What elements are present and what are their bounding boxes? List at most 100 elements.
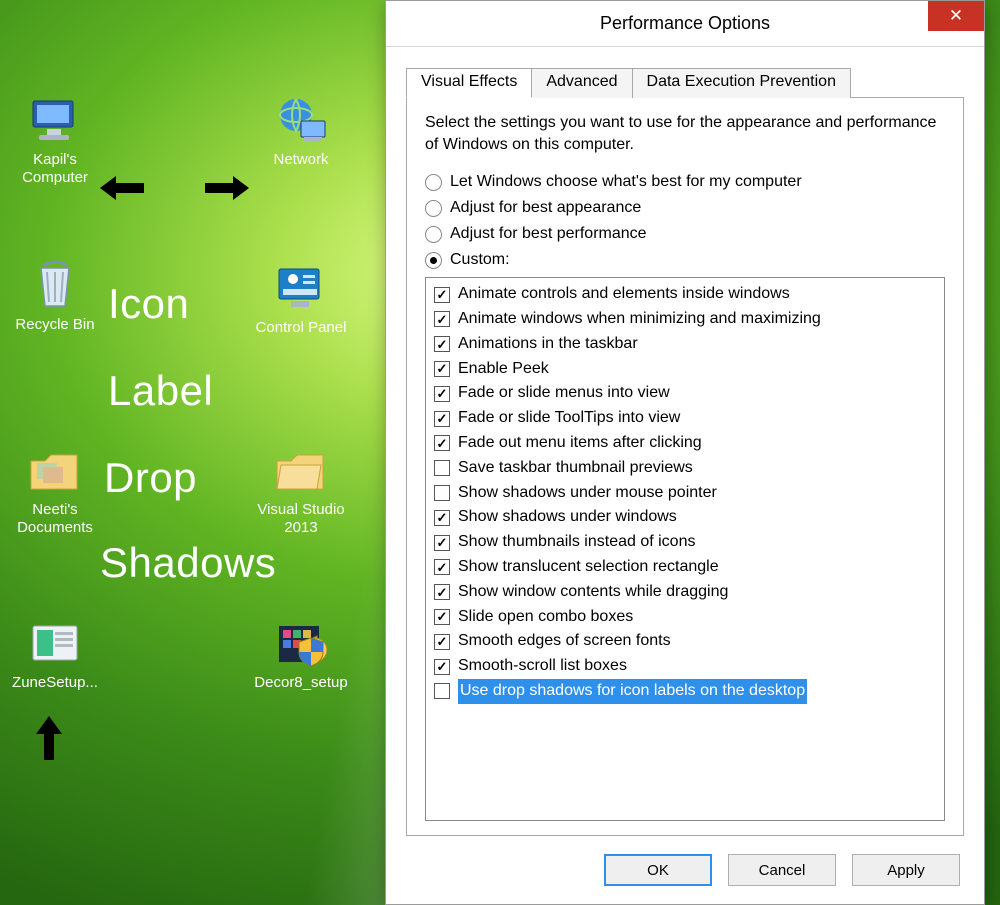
button-label: Apply (887, 862, 925, 879)
folder-documents-icon (25, 445, 85, 497)
option-row[interactable]: Animations in the taskbar (432, 332, 938, 357)
desktop-icon-decor8-setup[interactable]: Decor8_setup (246, 618, 356, 692)
tabstrip: Visual Effects Advanced Data Execution P… (386, 47, 984, 97)
option-row[interactable]: Save taskbar thumbnail previews (432, 456, 938, 481)
setup-file-icon (25, 618, 85, 670)
tab-label: Data Execution Prevention (647, 73, 836, 90)
desktop-icon-kapils-computer[interactable]: Kapil's Computer (0, 95, 110, 187)
desktop-icon-label: Visual Studio 2013 (246, 501, 356, 537)
option-label: Fade or slide ToolTips into view (458, 406, 680, 431)
option-label: Animate controls and elements inside win… (458, 282, 790, 307)
desktop-icon-label: Recycle Bin (0, 316, 110, 334)
annotation-arrow-right (205, 176, 249, 200)
radio-icon (425, 200, 442, 217)
desktop-icon-label: Control Panel (246, 319, 356, 337)
tab-advanced[interactable]: Advanced (531, 68, 632, 98)
option-row[interactable]: Smooth edges of screen fonts (432, 629, 938, 654)
option-row[interactable]: Enable Peek (432, 357, 938, 382)
radio-option[interactable]: Custom: (425, 251, 945, 269)
close-icon: ✕ (949, 6, 963, 26)
option-label: Animate windows when minimizing and maxi… (458, 307, 821, 332)
desktop-icon-recycle-bin[interactable]: Recycle Bin (0, 260, 110, 334)
titlebar[interactable]: Performance Options ✕ (386, 1, 984, 47)
option-label: Show shadows under windows (458, 505, 677, 530)
desktop-icon-control-panel[interactable]: Control Panel (246, 263, 356, 337)
dialog-title: Performance Options (600, 13, 770, 34)
tab-label: Advanced (546, 73, 617, 90)
radio-icon (425, 174, 442, 191)
tab-label: Visual Effects (421, 73, 517, 90)
checkbox-icon[interactable] (434, 559, 450, 575)
checkbox-icon[interactable] (434, 584, 450, 600)
checkbox-icon[interactable] (434, 386, 450, 402)
radio-option[interactable]: Adjust for best appearance (425, 199, 945, 217)
checkbox-icon[interactable] (434, 336, 450, 352)
radio-label: Let Windows choose what's best for my co… (450, 173, 802, 191)
radio-option[interactable]: Adjust for best performance (425, 225, 945, 243)
desktop-icon-neetis-documents[interactable]: Neeti's Documents (0, 445, 110, 537)
checkbox-icon[interactable] (434, 659, 450, 675)
radio-option[interactable]: Let Windows choose what's best for my co… (425, 173, 945, 191)
control-panel-icon (271, 263, 331, 315)
decor8-icon (271, 618, 331, 670)
option-label: Smooth edges of screen fonts (458, 629, 671, 654)
checkbox-icon[interactable] (434, 485, 450, 501)
option-row[interactable]: Slide open combo boxes (432, 605, 938, 630)
desktop-icon-network[interactable]: Network (246, 95, 356, 169)
option-row[interactable]: Show shadows under windows (432, 505, 938, 530)
option-row[interactable]: Fade or slide menus into view (432, 381, 938, 406)
checkbox-icon[interactable] (434, 287, 450, 303)
tab-dep[interactable]: Data Execution Prevention (632, 68, 851, 98)
checkbox-icon[interactable] (434, 683, 450, 699)
checkbox-icon[interactable] (434, 411, 450, 427)
annotation-arrow-up (36, 716, 62, 760)
option-label: Enable Peek (458, 357, 549, 382)
option-row[interactable]: Smooth-scroll list boxes (432, 654, 938, 679)
button-label: OK (647, 862, 669, 879)
option-row[interactable]: Show translucent selection rectangle (432, 555, 938, 580)
radio-label: Adjust for best appearance (450, 199, 641, 217)
apply-button[interactable]: Apply (852, 854, 960, 886)
option-label: Fade out menu items after clicking (458, 431, 702, 456)
tab-visual-effects[interactable]: Visual Effects (406, 68, 532, 98)
radio-label: Custom: (450, 251, 510, 269)
desktop-icon-visual-studio-2013[interactable]: Visual Studio 2013 (246, 445, 356, 537)
checkbox-icon[interactable] (434, 361, 450, 377)
annotation-text: Shadows (100, 540, 276, 585)
checkbox-icon[interactable] (434, 311, 450, 327)
option-label: Fade or slide menus into view (458, 381, 670, 406)
option-label: Show shadows under mouse pointer (458, 481, 717, 506)
option-row[interactable]: Fade out menu items after clicking (432, 431, 938, 456)
option-row[interactable]: Show window contents while dragging (432, 580, 938, 605)
cancel-button[interactable]: Cancel (728, 854, 836, 886)
dialog-button-row: OK Cancel Apply (386, 848, 984, 904)
checkbox-icon[interactable] (434, 634, 450, 650)
checkbox-icon[interactable] (434, 510, 450, 526)
folder-icon (271, 445, 331, 497)
recycle-bin-icon (25, 260, 85, 312)
option-label: Use drop shadows for icon labels on the … (458, 679, 807, 704)
option-label: Smooth-scroll list boxes (458, 654, 627, 679)
desktop-icon-zunesetup[interactable]: ZuneSetup... (0, 618, 110, 692)
tab-page-visual-effects: Select the settings you want to use for … (406, 97, 964, 836)
radio-icon (425, 226, 442, 243)
checkbox-icon[interactable] (434, 460, 450, 476)
checkbox-icon[interactable] (434, 435, 450, 451)
option-label: Save taskbar thumbnail previews (458, 456, 693, 481)
option-row[interactable]: Fade or slide ToolTips into view (432, 406, 938, 431)
option-row[interactable]: Animate windows when minimizing and maxi… (432, 307, 938, 332)
ok-button[interactable]: OK (604, 854, 712, 886)
option-row[interactable]: Use drop shadows for icon labels on the … (432, 679, 938, 704)
close-button[interactable]: ✕ (928, 1, 984, 31)
checkbox-icon[interactable] (434, 535, 450, 551)
option-row[interactable]: Show shadows under mouse pointer (432, 481, 938, 506)
desktop-icon-label: Decor8_setup (246, 674, 356, 692)
option-label: Show thumbnails instead of icons (458, 530, 695, 555)
visual-effects-option-list[interactable]: Animate controls and elements inside win… (425, 277, 945, 821)
performance-options-dialog: Performance Options ✕ Visual Effects Adv… (385, 0, 985, 905)
checkbox-icon[interactable] (434, 609, 450, 625)
option-label: Slide open combo boxes (458, 605, 633, 630)
option-row[interactable]: Animate controls and elements inside win… (432, 282, 938, 307)
network-icon (271, 95, 331, 147)
option-row[interactable]: Show thumbnails instead of icons (432, 530, 938, 555)
